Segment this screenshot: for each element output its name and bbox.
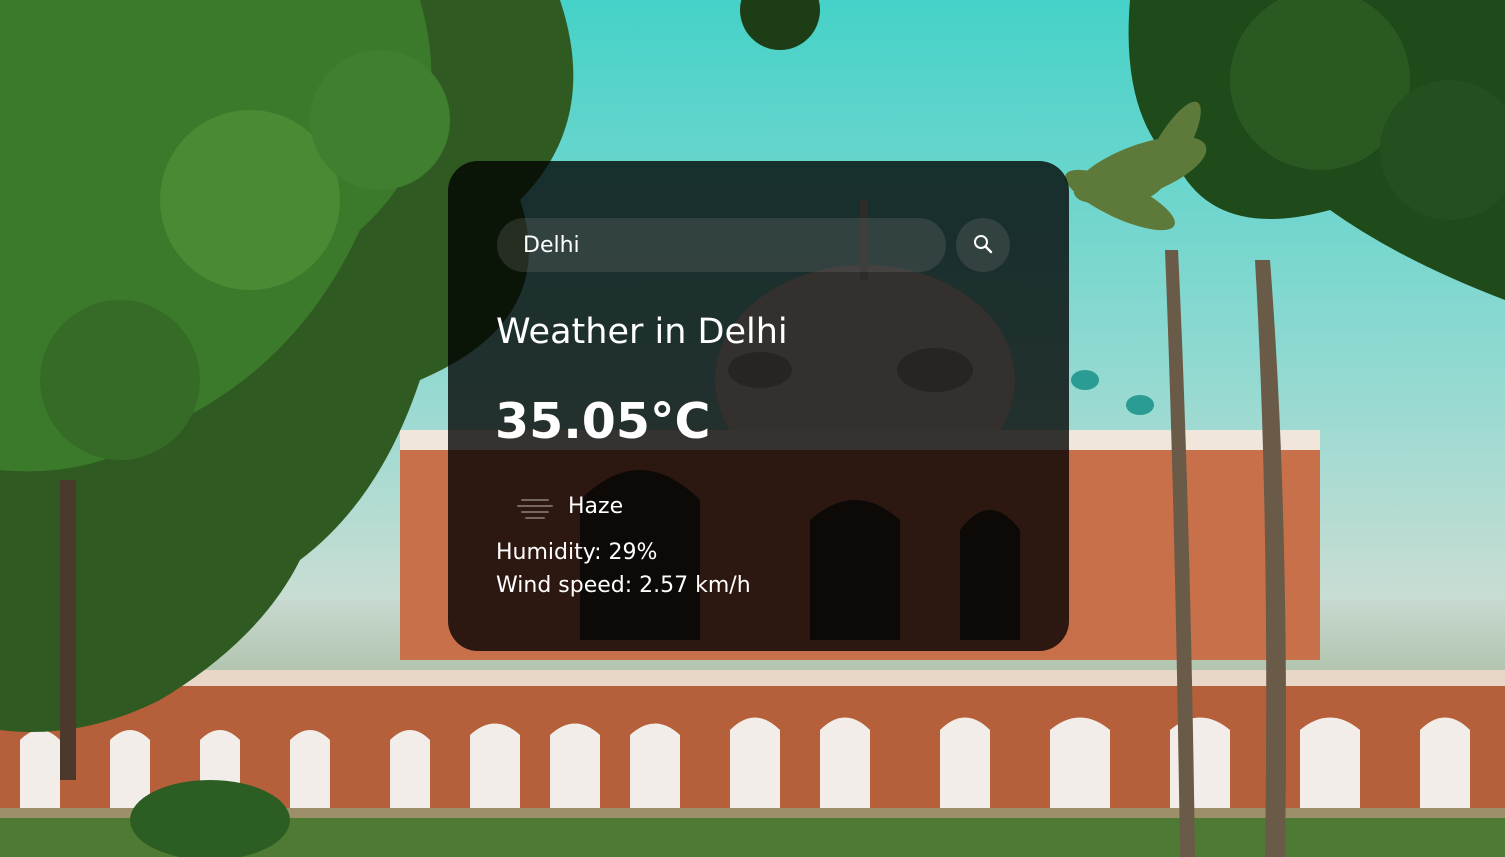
weather-description-row: Haze <box>496 486 796 526</box>
weather-card: Weather in Delhi 35.05°C Haze Humidity: … <box>448 161 1069 651</box>
search-bar <box>497 218 1011 272</box>
weather-description: Haze <box>568 494 624 519</box>
search-input[interactable] <box>497 218 946 272</box>
temperature: 35.05°C <box>495 393 711 450</box>
wind-speed: Wind speed: 2.57 km/h <box>496 573 751 598</box>
city-title: Weather in Delhi <box>496 312 788 352</box>
search-button[interactable] <box>956 218 1010 272</box>
search-icon <box>974 235 993 254</box>
humidity: Humidity: 29% <box>496 540 658 565</box>
haze-icon <box>517 499 553 519</box>
